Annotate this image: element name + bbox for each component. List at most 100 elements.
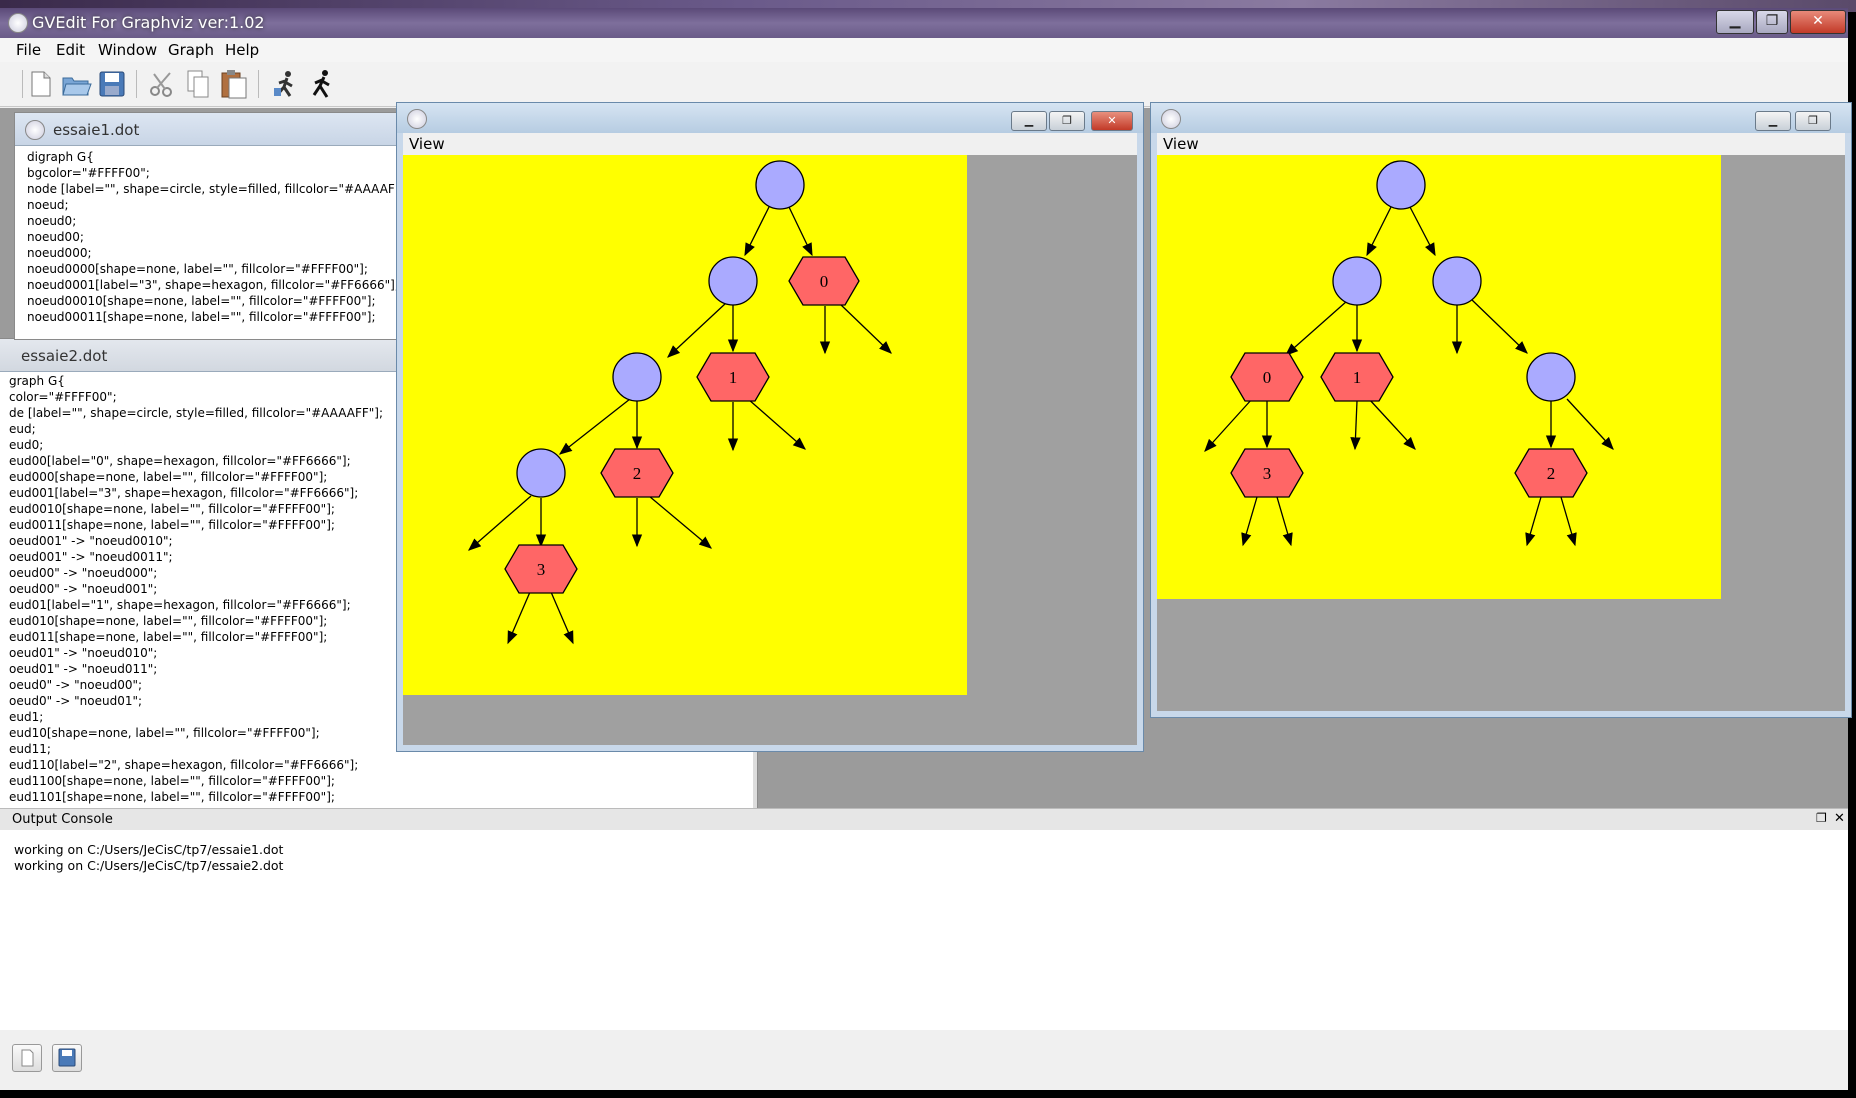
save-icon [58, 1048, 76, 1067]
graph-node-circle[interactable] [516, 448, 566, 498]
menu-bar: File Edit Window Graph Help [0, 38, 1848, 62]
console-footer [0, 1030, 1848, 1090]
node-label: 2 [633, 464, 642, 483]
minimize-button[interactable]: ▁ [1011, 111, 1047, 131]
code-line: noeud; [27, 198, 69, 212]
code-line: eud1100[shape=none, label="", fillcolor=… [9, 774, 335, 788]
open-button[interactable] [60, 68, 92, 100]
console-line: working on C:/Users/JeCisC/tp7/essaie2.d… [14, 858, 284, 873]
toolbar-grip [22, 70, 23, 98]
app-title: GVEdit For Graphviz ver:1.02 [32, 13, 265, 32]
console-line: working on C:/Users/JeCisC/tp7/essaie1.d… [14, 842, 284, 857]
code-line: noeud0001[label="3", shape=hexagon, fill… [27, 278, 399, 292]
code-line: node [label="", shape=circle, style=fill… [27, 182, 405, 196]
document-icon [25, 120, 45, 140]
output-console-title: Output Console [12, 812, 113, 827]
cut-button[interactable] [146, 68, 178, 100]
menu-view[interactable]: View [409, 135, 445, 153]
graph-node-circle[interactable] [612, 352, 662, 402]
code-line: digraph G{ [27, 150, 94, 164]
code-line: noeud00; [27, 230, 84, 244]
toolbar-separator [258, 70, 259, 98]
graph-view-window-1[interactable]: ▁ ❐ ✕ View 0 1 2 3 [396, 102, 1144, 752]
restore-icon: ❐ [1808, 114, 1818, 127]
minimize-icon: ▁ [1768, 114, 1778, 127]
open-folder-icon [62, 77, 92, 96]
node-label: 0 [820, 272, 829, 291]
new-file-icon [31, 71, 51, 97]
code-line: noeud00010[shape=none, label="", fillcol… [27, 294, 376, 308]
graph-canvas: 0 1 2 3 [403, 155, 1137, 745]
maximize-button[interactable]: ❐ [1756, 10, 1788, 34]
document-title: essaie2.dot [21, 347, 108, 365]
mdi-workspace: essaie2.dot graph G{color="#FFFF00"; de [… [0, 102, 1852, 810]
minimize-icon: ▁ [1729, 13, 1741, 29]
run-button[interactable] [306, 68, 338, 100]
document-title: essaie1.dot [53, 121, 140, 139]
title-bar: GVEdit For Graphviz ver:1.02 ▁ ❐ ✕ [0, 8, 1848, 38]
graph-render-essaie1: 0 1 2 3 [403, 155, 967, 695]
cut-icon [150, 72, 172, 97]
minimize-button[interactable]: ▁ [1716, 10, 1754, 34]
code-line: noeud000; [27, 246, 92, 260]
restore-icon: ❐ [1765, 13, 1779, 29]
save-icon [99, 71, 125, 97]
save-button[interactable] [96, 68, 128, 100]
graph-canvas: 0 1 3 2 [1157, 155, 1845, 711]
code-line: noeud0000[shape=none, label="", fillcolo… [27, 262, 368, 276]
close-button[interactable]: ✕ [1091, 111, 1133, 131]
copy-icon [187, 70, 209, 98]
graph-render-essaie2: 0 1 3 2 [1157, 155, 1721, 599]
document-window-essaie1[interactable]: essaie1.dot digraph G{ bgcolor="#FFFF00";… [14, 112, 406, 340]
code-editor-essaie1[interactable]: digraph G{ bgcolor="#FFFF00"; node [label=… [27, 149, 405, 339]
graph-node-circle[interactable] [1332, 256, 1382, 306]
paste-icon [221, 70, 247, 99]
minimize-icon: ▁ [1024, 114, 1034, 127]
restore-icon: ❐ [1062, 114, 1072, 127]
code-line: eud1101[shape=none, label="", fillcolor=… [9, 790, 335, 804]
menu-edit[interactable]: Edit [56, 41, 85, 59]
graphviz-app-icon [1161, 109, 1181, 129]
minimize-button[interactable]: ▁ [1755, 111, 1791, 131]
graph-node-circle[interactable] [755, 160, 805, 210]
menu-view[interactable]: View [1163, 135, 1199, 153]
graph-view-window-2[interactable]: ▁ ❐ View 0 1 3 2 [1150, 102, 1852, 718]
node-label: 3 [1263, 464, 1272, 483]
new-file-icon [21, 1049, 34, 1067]
menu-help[interactable]: Help [225, 41, 259, 59]
output-console[interactable]: working on C:/Users/JeCisC/tp7/essaie1.d… [0, 830, 1848, 1030]
new-button[interactable] [24, 68, 56, 100]
menu-file[interactable]: File [16, 41, 41, 59]
node-label: 2 [1547, 464, 1556, 483]
menu-graph[interactable]: Graph [168, 41, 214, 59]
graph-node-circle[interactable] [708, 256, 758, 306]
copy-button[interactable] [182, 68, 214, 100]
code-line: noeud00011[shape=none, label="", fillcol… [27, 310, 376, 324]
save-console-button[interactable] [52, 1044, 82, 1072]
maximize-button[interactable]: ❐ [1795, 111, 1831, 131]
close-icon: ✕ [1107, 114, 1117, 127]
code-line: noeud0; [27, 214, 77, 228]
node-label: 1 [1353, 368, 1362, 387]
close-icon: ✕ [1812, 13, 1824, 29]
clear-console-button[interactable] [12, 1044, 42, 1072]
float-panel-icon[interactable]: ❐ [1816, 811, 1827, 825]
paste-button[interactable] [218, 68, 250, 100]
toolbar-separator [136, 70, 137, 98]
graph-node-circle[interactable] [1376, 160, 1426, 210]
graphviz-app-icon [8, 13, 28, 33]
toolbar [0, 62, 1848, 107]
node-label: 1 [729, 368, 738, 387]
graphviz-app-icon [407, 109, 427, 129]
layout-button[interactable] [270, 68, 302, 100]
graph-node-circle[interactable] [1526, 352, 1576, 402]
close-button[interactable]: ✕ [1790, 10, 1846, 34]
code-line: bgcolor="#FFFF00"; [27, 166, 150, 180]
graph-node-circle[interactable] [1432, 256, 1482, 306]
maximize-button[interactable]: ❐ [1049, 111, 1085, 131]
menu-window[interactable]: Window [98, 41, 157, 59]
main-window: GVEdit For Graphviz ver:1.02 ▁ ❐ ✕ File … [0, 8, 1852, 1090]
graph-background [403, 155, 967, 695]
node-label: 0 [1263, 368, 1272, 387]
close-panel-icon[interactable]: ✕ [1834, 811, 1845, 826]
